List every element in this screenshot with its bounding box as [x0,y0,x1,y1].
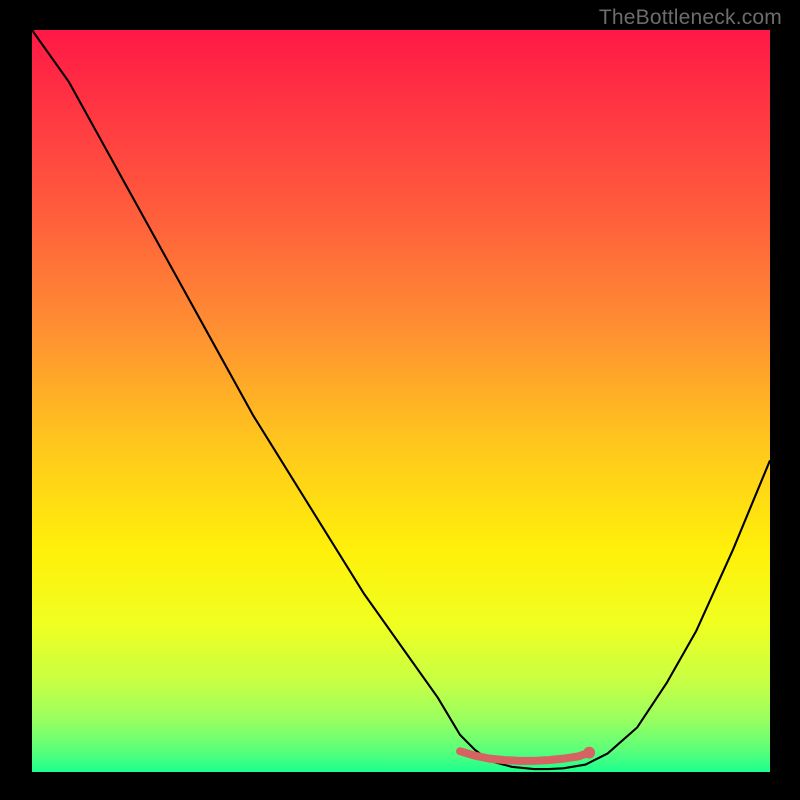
chart-svg [32,30,770,772]
bottleneck-chart [32,30,770,772]
chart-background [32,30,770,772]
watermark-text: TheBottleneck.com [599,6,782,30]
sweet-spot-end-dot [583,747,595,759]
